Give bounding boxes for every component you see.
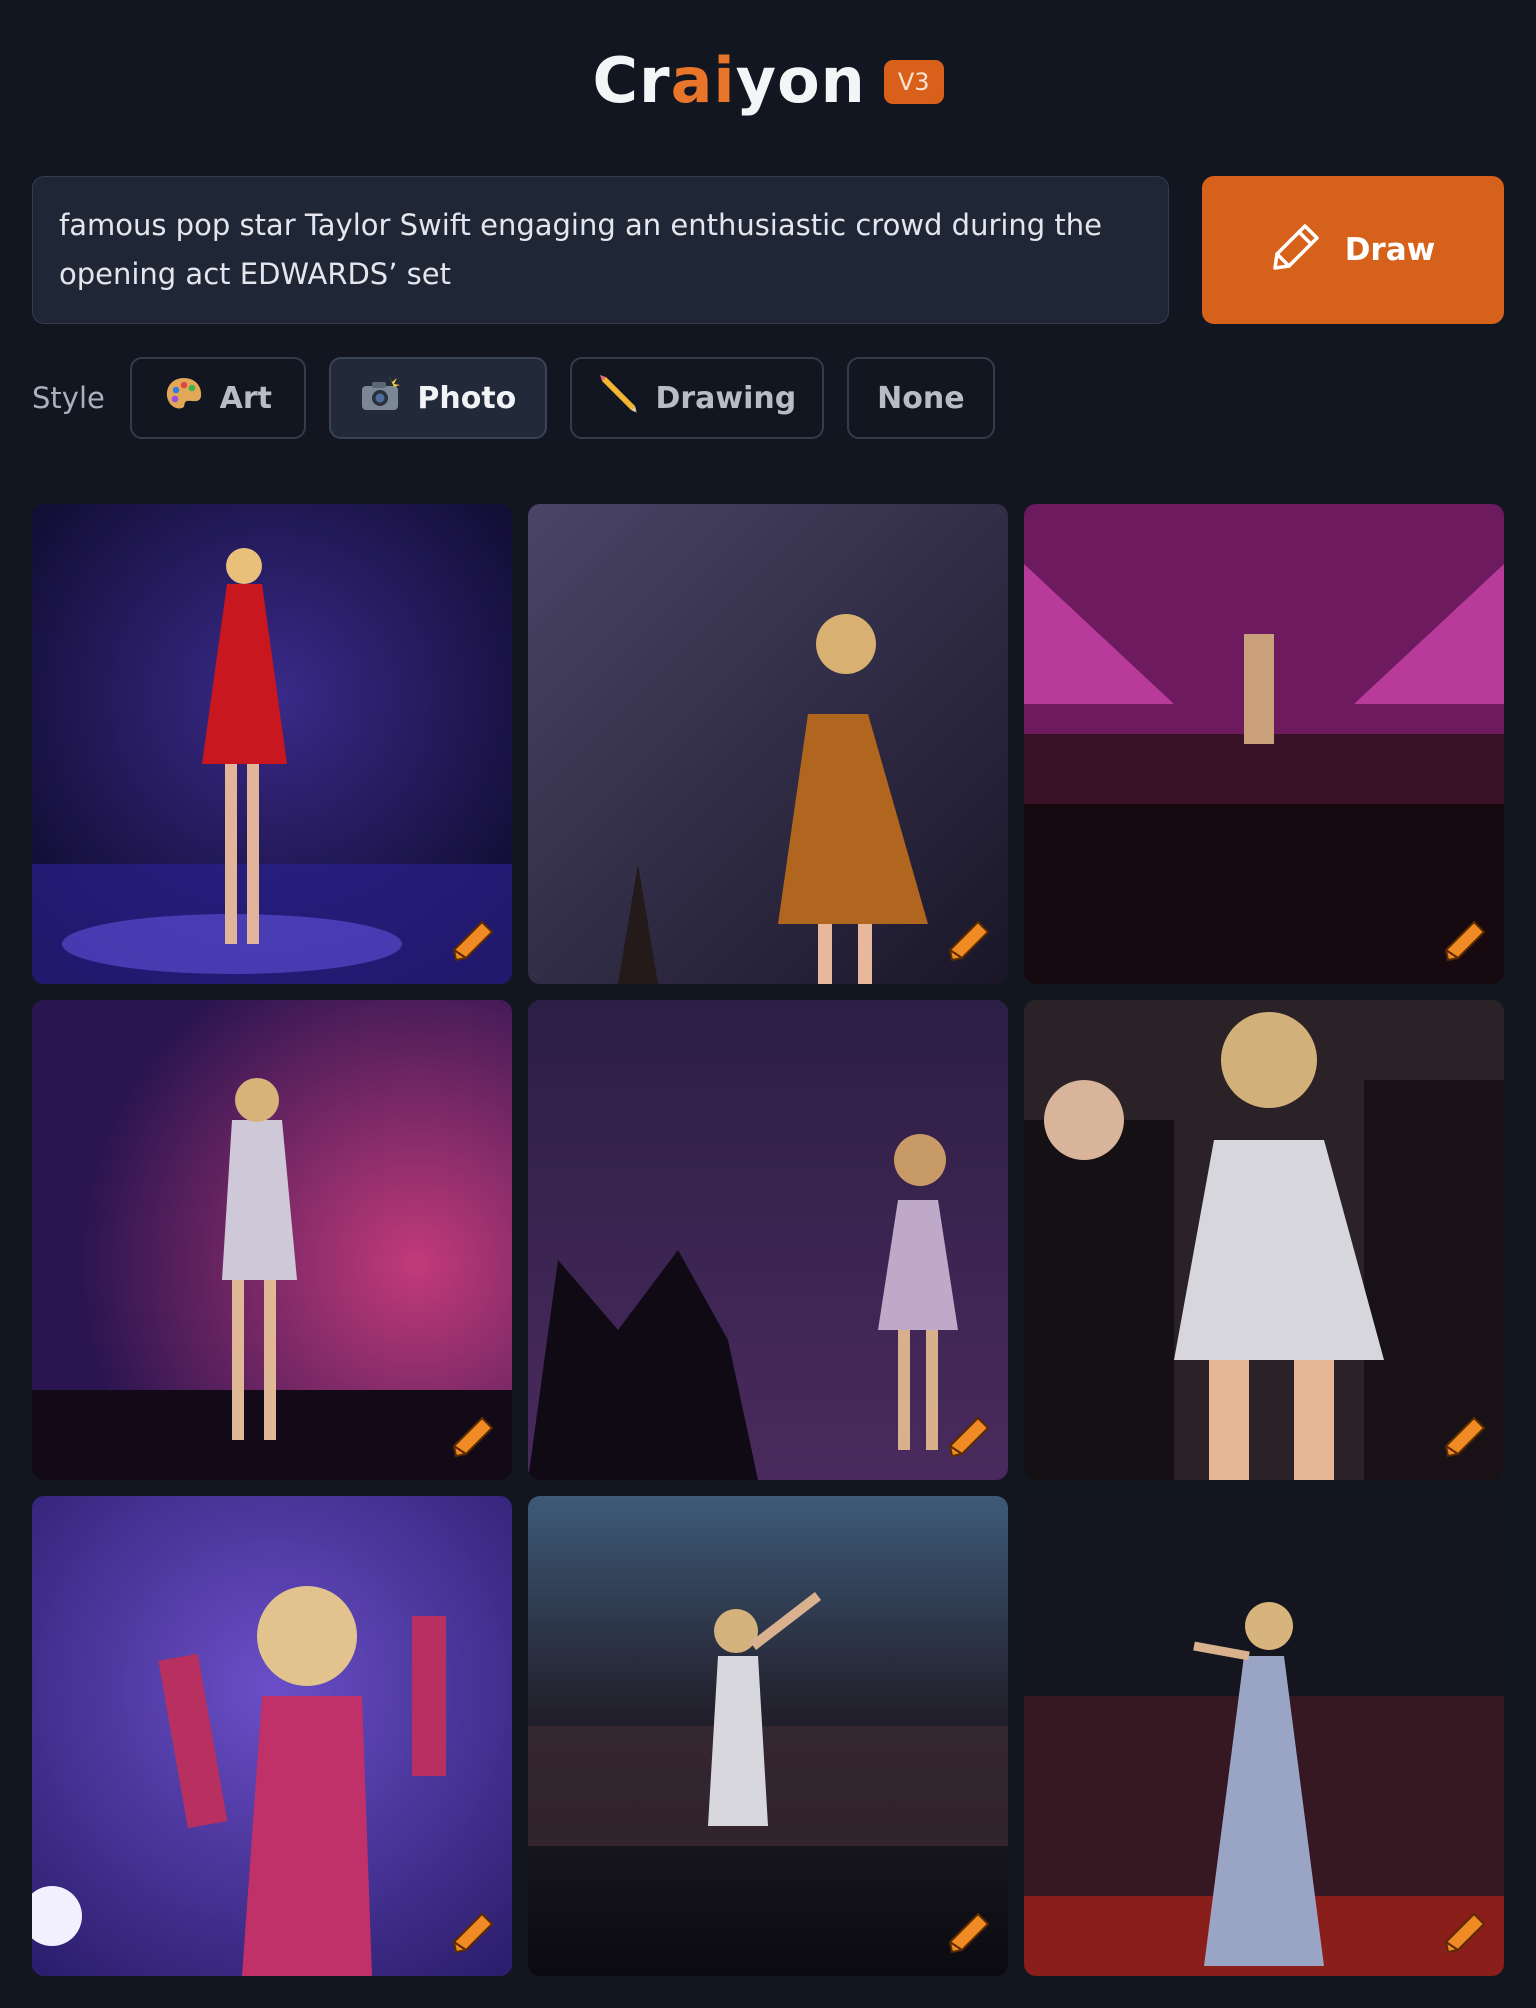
style-label: Style: [32, 381, 105, 415]
style-option-drawing[interactable]: Drawing: [569, 357, 824, 439]
result-image-2[interactable]: [528, 504, 1008, 984]
pencil-edit-icon[interactable]: [1442, 918, 1488, 968]
pencil-edit-icon[interactable]: [946, 1414, 992, 1464]
header: Craiyon V3: [0, 40, 1536, 120]
pencil-edit-icon[interactable]: [450, 1414, 496, 1464]
camera-flash-icon: [359, 374, 401, 422]
version-badge: V3: [883, 60, 944, 104]
draw-button-label: Draw: [1344, 232, 1436, 268]
logo-part-2: ai: [670, 43, 736, 117]
pencil-edit-icon[interactable]: [450, 1910, 496, 1960]
style-selector: Style Art Photo Drawing None: [32, 356, 1018, 440]
pencil-edit-icon[interactable]: [946, 918, 992, 968]
result-image-3[interactable]: [1024, 504, 1504, 984]
logo-part-3: yon: [735, 43, 866, 117]
result-image-5[interactable]: [528, 1000, 1008, 1480]
pencil-edit-icon[interactable]: [1442, 1910, 1488, 1960]
result-image-6[interactable]: [1024, 1000, 1504, 1480]
pencil-emoji-icon: [597, 373, 639, 423]
style-option-none[interactable]: None: [846, 357, 995, 439]
result-image-9[interactable]: [1024, 1496, 1504, 1976]
result-image-7[interactable]: [32, 1496, 512, 1976]
style-option-label: Drawing: [655, 380, 797, 416]
pencil-edit-icon[interactable]: [450, 918, 496, 968]
pencil-edit-icon[interactable]: [946, 1910, 992, 1960]
prompt-input[interactable]: famous pop star Taylor Swift engaging an…: [32, 176, 1169, 324]
style-option-label: Photo: [417, 380, 517, 416]
draw-button[interactable]: Draw: [1202, 176, 1504, 324]
result-image-8[interactable]: [528, 1496, 1008, 1976]
craiyon-logo[interactable]: Craiyon: [592, 44, 865, 117]
result-image-4[interactable]: [32, 1000, 512, 1480]
result-image-1[interactable]: [32, 504, 512, 984]
style-option-label: None: [877, 380, 965, 416]
pencil-edit-icon[interactable]: [1442, 1414, 1488, 1464]
pencil-icon: [1271, 220, 1323, 280]
style-option-art[interactable]: Art: [129, 357, 306, 439]
style-option-photo[interactable]: Photo: [328, 357, 547, 439]
palette-icon: [164, 374, 204, 422]
style-option-label: Art: [219, 380, 273, 416]
logo-part-1: Cr: [592, 43, 671, 117]
